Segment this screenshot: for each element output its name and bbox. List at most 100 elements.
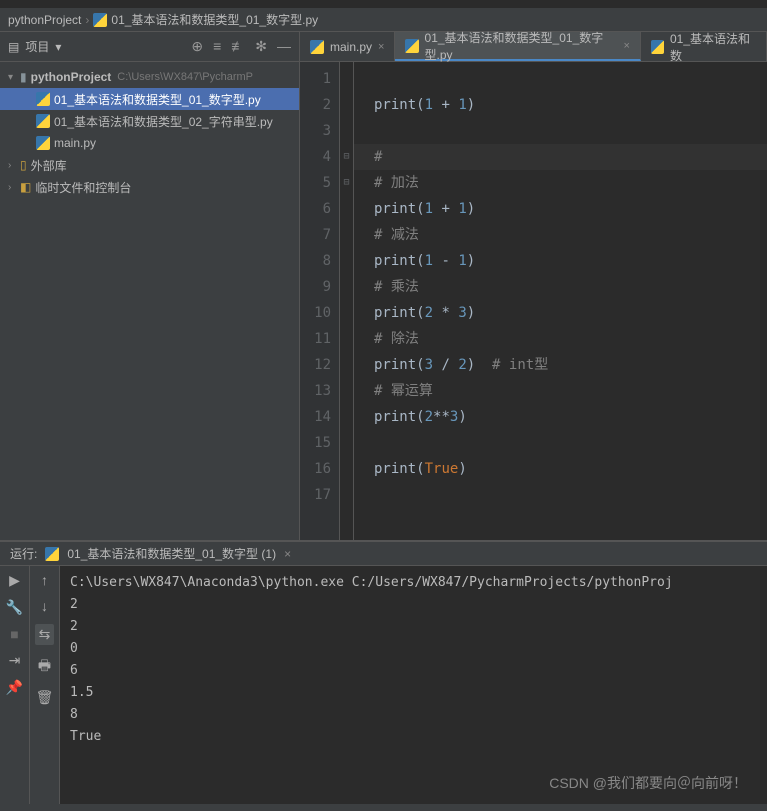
editor-body[interactable]: 1 2 3 4 5 6 7 8 9 10 11 12 13 14 15 16 1…: [300, 62, 767, 540]
line-num: 10: [300, 300, 331, 326]
code-line: [374, 66, 767, 92]
code-line: print(True): [374, 456, 767, 482]
close-icon[interactable]: ×: [623, 40, 629, 52]
root-name: pythonProject: [31, 70, 112, 84]
expand-icon[interactable]: ≡: [213, 38, 221, 55]
code-line: # 除法: [374, 326, 767, 352]
code-line: print(2 * 3): [374, 300, 767, 326]
wrench-icon[interactable]: 🔧: [6, 599, 23, 616]
stop-icon[interactable]: ■: [10, 626, 18, 642]
line-num: 9: [300, 274, 331, 300]
editor-tabs: main.py × 01_基本语法和数据类型_01_数字型.py × 01_基本…: [300, 32, 767, 62]
output-line: C:\Users\WX847\Anaconda3\python.exe C:/U…: [70, 572, 757, 594]
run-label: 运行:: [10, 545, 37, 562]
library-icon: ▯: [20, 158, 27, 172]
fold-column: ⊟ ⊟: [340, 62, 354, 540]
line-num: 15: [300, 430, 331, 456]
code-line: [374, 118, 767, 144]
line-num: 14: [300, 404, 331, 430]
pin-icon[interactable]: 📌: [6, 679, 23, 696]
line-gutter: 1 2 3 4 5 6 7 8 9 10 11 12 13 14 15 16 1…: [300, 62, 340, 540]
python-icon: [93, 13, 107, 27]
watermark: CSDN @我们都要向＠向前呀！: [549, 773, 747, 793]
fold-icon[interactable]: ⊟: [340, 144, 353, 170]
softwrap-icon[interactable]: ⇆: [35, 624, 55, 645]
run-config-name[interactable]: 01_基本语法和数据类型_01_数字型 (1): [67, 545, 276, 562]
line-num: 7: [300, 222, 331, 248]
breadcrumb: pythonProject › 01_基本语法和数据类型_01_数字型.py: [0, 8, 767, 32]
root-path: C:\Users\WX847\PycharmP: [117, 71, 253, 83]
chevron-right-icon[interactable]: ›: [8, 160, 20, 171]
code-line: print(1 + 1): [374, 92, 767, 118]
tree-ext-lib[interactable]: › ▯ 外部库: [0, 154, 299, 176]
code-content[interactable]: print(1 + 1) # # 加法 print(1 + 1) # 减法 pr…: [354, 62, 767, 540]
line-num: 1: [300, 66, 331, 92]
output-line: 8: [70, 704, 757, 726]
scratches-label: 临时文件和控制台: [35, 179, 131, 196]
line-num: 4: [300, 144, 331, 170]
code-line: print(3 / 2) # int型: [374, 352, 767, 378]
line-num: 2: [300, 92, 331, 118]
code-line: print(2**3): [374, 404, 767, 430]
tree-scratches[interactable]: › ◧ 临时文件和控制台: [0, 176, 299, 198]
tab-other[interactable]: 01_基本语法和数: [641, 32, 767, 61]
tree-file[interactable]: 01_基本语法和数据类型_01_数字型.py: [0, 88, 299, 110]
chevron-right-icon[interactable]: ›: [8, 182, 20, 193]
tab-label: main.py: [330, 40, 372, 54]
down-icon[interactable]: ↓: [41, 598, 48, 614]
line-num: 3: [300, 118, 331, 144]
output-line: 1.5: [70, 682, 757, 704]
python-icon: [36, 136, 50, 150]
folder-icon: ▮: [20, 70, 27, 84]
chevron-down-icon[interactable]: ▾: [8, 72, 20, 83]
code-line: # 加法: [374, 170, 767, 196]
line-num: 6: [300, 196, 331, 222]
scratch-icon: ◧: [20, 180, 31, 194]
rerun-icon[interactable]: ▶: [9, 572, 20, 589]
line-num: 5: [300, 170, 331, 196]
project-panel: ▤ 项目 ▾ ⊕ ≡ ≢ ✻ — ▾ ▮ pythonProject C:\Us…: [0, 32, 300, 540]
tab-main[interactable]: main.py ×: [300, 32, 395, 61]
hide-icon[interactable]: —: [277, 38, 291, 55]
layout-icon[interactable]: ⇥: [9, 652, 21, 669]
editor-area: main.py × 01_基本语法和数据类型_01_数字型.py × 01_基本…: [300, 32, 767, 540]
trash-icon[interactable]: 🗑: [36, 689, 54, 706]
dropdown-icon[interactable]: ▾: [55, 40, 61, 54]
code-line: print(1 + 1): [374, 196, 767, 222]
python-icon: [310, 40, 324, 54]
code-line: [374, 482, 767, 508]
tree-file[interactable]: 01_基本语法和数据类型_02_字符串型.py: [0, 110, 299, 132]
line-num: 12: [300, 352, 331, 378]
up-icon[interactable]: ↑: [41, 572, 48, 588]
tab-label: 01_基本语法和数: [670, 30, 756, 64]
file-label: main.py: [54, 136, 96, 150]
project-title[interactable]: 项目: [25, 38, 49, 55]
title-bar-stub: [0, 0, 767, 8]
collapse-icon[interactable]: ≢: [231, 38, 245, 55]
breadcrumb-sep: ›: [85, 13, 89, 27]
breadcrumb-file[interactable]: 01_基本语法和数据类型_01_数字型.py: [111, 11, 318, 28]
run-header: 运行: 01_基本语法和数据类型_01_数字型 (1) ×: [0, 542, 767, 566]
tree-file[interactable]: main.py: [0, 132, 299, 154]
python-icon: [45, 547, 59, 561]
run-panel: 运行: 01_基本语法和数据类型_01_数字型 (1) × ▶ 🔧 ■ ⇥ 📌 …: [0, 540, 767, 804]
python-icon: [651, 40, 664, 54]
locate-icon[interactable]: ⊕: [191, 38, 203, 55]
tree-root[interactable]: ▾ ▮ pythonProject C:\Users\WX847\Pycharm…: [0, 66, 299, 88]
tab-label: 01_基本语法和数据类型_01_数字型.py: [425, 29, 618, 63]
run-output[interactable]: C:\Users\WX847\Anaconda3\python.exe C:/U…: [60, 566, 767, 804]
ext-lib-label: 外部库: [31, 157, 67, 174]
run-toolbar-1: ▶ 🔧 ■ ⇥ 📌: [0, 566, 30, 804]
run-toolbar-2: ↑ ↓ ⇆ 🖶 🗑: [30, 566, 60, 804]
output-line: 2: [70, 616, 757, 638]
python-icon: [36, 114, 50, 128]
settings-icon[interactable]: ✻: [255, 38, 267, 55]
print-icon[interactable]: 🖶: [38, 655, 51, 679]
tab-active-file[interactable]: 01_基本语法和数据类型_01_数字型.py ×: [395, 32, 640, 61]
output-line: 0: [70, 638, 757, 660]
line-num: 17: [300, 482, 331, 508]
breadcrumb-root[interactable]: pythonProject: [8, 13, 81, 27]
fold-icon[interactable]: ⊟: [340, 170, 353, 196]
close-icon[interactable]: ×: [284, 547, 291, 561]
close-icon[interactable]: ×: [378, 41, 384, 53]
